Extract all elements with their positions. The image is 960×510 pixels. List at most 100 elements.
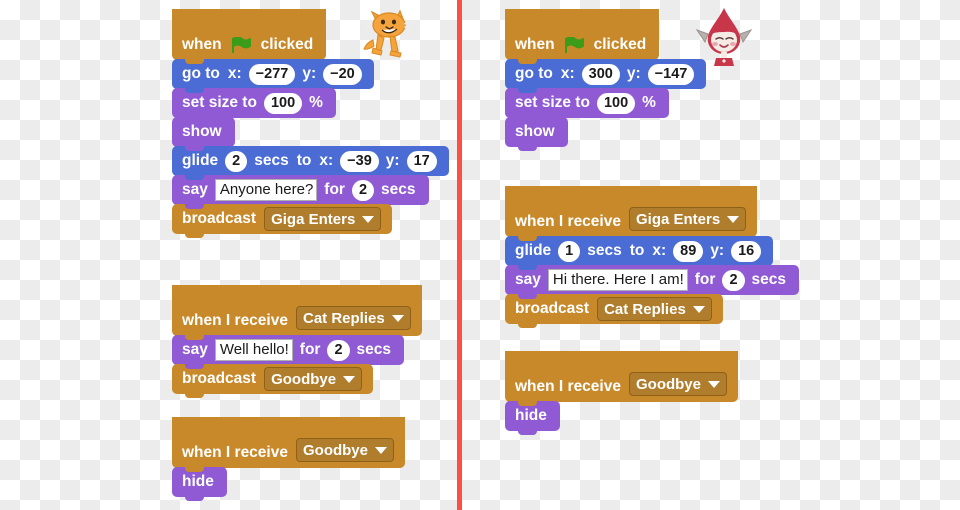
dropdown-broadcast-message[interactable]: Giga Enters <box>264 207 382 231</box>
block-label-percent: % <box>642 94 656 111</box>
dropdown-value: Giga Enters <box>635 210 721 228</box>
block-label-y: y: <box>302 65 317 82</box>
block-label-when-i-receive: when I receive <box>182 312 288 329</box>
dropdown-value: Goodbye <box>635 375 701 393</box>
input-y[interactable]: 16 <box>731 240 762 262</box>
block-label-for: for <box>694 271 716 288</box>
left-script-when-i-receive-goodbye: when I receive Goodbye hide <box>172 417 405 501</box>
dropdown-broadcast-message[interactable]: Cat Replies <box>597 297 712 321</box>
block-say-for-secs[interactable]: say Anyone here? for 2 secs <box>172 175 429 209</box>
block-label-show: show <box>515 123 555 140</box>
input-size[interactable]: 100 <box>596 92 636 114</box>
input-say-message[interactable]: Hi there. Here I am! <box>547 269 688 291</box>
dropdown-receive-message[interactable]: Cat Replies <box>295 306 411 330</box>
input-y[interactable]: −20 <box>323 63 362 85</box>
block-label-go-to: go to <box>515 65 553 82</box>
chevron-down-icon <box>343 375 356 383</box>
input-x[interactable]: −277 <box>248 63 296 85</box>
block-label-clicked: clicked <box>260 36 314 53</box>
block-label-secs: secs <box>587 242 622 259</box>
right-script-when-i-receive-giga-enters: when I receive Giga Enters glide 1 secs … <box>505 186 799 328</box>
hat-when-i-receive[interactable]: when I receive Cat Replies <box>172 285 422 340</box>
hat-when-i-receive[interactable]: when I receive Goodbye <box>172 417 405 472</box>
input-secs[interactable]: 1 <box>558 240 581 262</box>
block-broadcast[interactable]: broadcast Goodbye <box>172 364 374 398</box>
block-label-glide: glide <box>515 242 552 259</box>
block-label-x: x: <box>227 65 242 82</box>
block-label-percent: % <box>309 94 323 111</box>
block-label-x: x: <box>652 242 667 259</box>
block-label-to: to <box>629 242 645 259</box>
block-label-broadcast: broadcast <box>515 300 590 317</box>
left-script-when-flag-clicked: when clicked go to x: −277 y: −20 set si… <box>172 9 449 238</box>
block-label-when: when <box>515 36 555 53</box>
hat-when-flag-clicked[interactable]: when clicked <box>505 9 660 64</box>
block-say-for-secs[interactable]: say Hi there. Here I am! for 2 secs <box>505 265 799 299</box>
input-x[interactable]: 89 <box>673 240 704 262</box>
block-label-y: y: <box>385 152 400 169</box>
dropdown-receive-message[interactable]: Goodbye <box>295 438 394 462</box>
input-secs[interactable]: 2 <box>225 150 248 172</box>
block-label-x: x: <box>560 65 575 82</box>
block-show[interactable]: show <box>505 117 568 151</box>
block-glide-secs-to-xy[interactable]: glide 1 secs to x: 89 y: 16 <box>505 236 774 270</box>
block-label-when-i-receive: when I receive <box>515 213 621 230</box>
chevron-down-icon <box>692 305 705 313</box>
block-label-when: when <box>182 36 222 53</box>
input-secs[interactable]: 2 <box>351 179 375 201</box>
block-label-go-to: go to <box>182 65 220 82</box>
input-x[interactable]: 300 <box>581 63 620 85</box>
block-label-set-size-to: set size to <box>182 94 257 111</box>
hat-when-i-receive[interactable]: when I receive Goodbye <box>505 351 738 406</box>
block-label-secs: secs <box>751 271 786 288</box>
input-y[interactable]: 17 <box>406 150 437 172</box>
chevron-down-icon <box>375 446 387 454</box>
block-label-for: for <box>324 181 345 198</box>
chevron-down-icon <box>362 215 375 223</box>
input-y[interactable]: −147 <box>647 63 695 85</box>
block-label-secs: secs <box>254 152 289 169</box>
input-secs[interactable]: 2 <box>327 339 350 361</box>
input-say-message[interactable]: Anyone here? <box>214 179 318 201</box>
dropdown-value: Goodbye <box>271 370 337 388</box>
block-go-to-xy[interactable]: go to x: −277 y: −20 <box>172 59 374 93</box>
chevron-down-icon <box>391 314 404 322</box>
block-label-when-i-receive: when I receive <box>515 378 621 395</box>
input-x[interactable]: −39 <box>340 150 379 172</box>
block-label-hide: hide <box>182 473 214 490</box>
block-label-broadcast: broadcast <box>182 210 257 227</box>
hat-when-i-receive[interactable]: when I receive Giga Enters <box>505 186 758 241</box>
block-glide-secs-to-xy[interactable]: glide 2 secs to x: −39 y: 17 <box>172 146 449 180</box>
block-label-secs: secs <box>381 181 416 198</box>
block-label-clicked: clicked <box>593 36 647 53</box>
green-flag-icon <box>231 37 251 54</box>
input-say-message[interactable]: Well hello! <box>214 339 293 361</box>
block-label-when-i-receive: when I receive <box>182 444 288 461</box>
block-label-x: x: <box>319 152 334 169</box>
dropdown-receive-message[interactable]: Giga Enters <box>628 207 747 231</box>
block-label-broadcast: broadcast <box>182 370 257 387</box>
right-script-when-i-receive-goodbye: when I receive Goodbye hide <box>505 351 738 435</box>
block-broadcast[interactable]: broadcast Giga Enters <box>172 204 393 238</box>
block-say-for-secs[interactable]: say Well hello! for 2 secs <box>172 335 405 369</box>
chevron-down-icon <box>708 380 720 388</box>
block-show[interactable]: show <box>172 117 235 151</box>
block-label-glide: glide <box>182 152 219 169</box>
block-label-for: for <box>299 341 321 358</box>
dropdown-broadcast-message[interactable]: Goodbye <box>264 367 363 391</box>
block-label-y: y: <box>626 65 641 82</box>
dropdown-receive-message[interactable]: Goodbye <box>628 372 727 396</box>
block-label-say: say <box>182 181 208 198</box>
input-size[interactable]: 100 <box>263 92 303 114</box>
hat-when-flag-clicked[interactable]: when clicked <box>172 9 327 64</box>
green-flag-icon <box>564 37 584 54</box>
chevron-down-icon <box>727 215 740 223</box>
block-label-secs: secs <box>356 341 392 358</box>
block-label-y: y: <box>710 242 725 259</box>
block-broadcast[interactable]: broadcast Cat Replies <box>505 294 723 328</box>
input-secs[interactable]: 2 <box>722 269 745 291</box>
block-label-hide: hide <box>515 407 547 424</box>
block-label-say: say <box>515 271 541 288</box>
block-go-to-xy[interactable]: go to x: 300 y: −147 <box>505 59 707 93</box>
right-script-when-flag-clicked: when clicked go to x: 300 y: −147 set si… <box>505 9 707 151</box>
